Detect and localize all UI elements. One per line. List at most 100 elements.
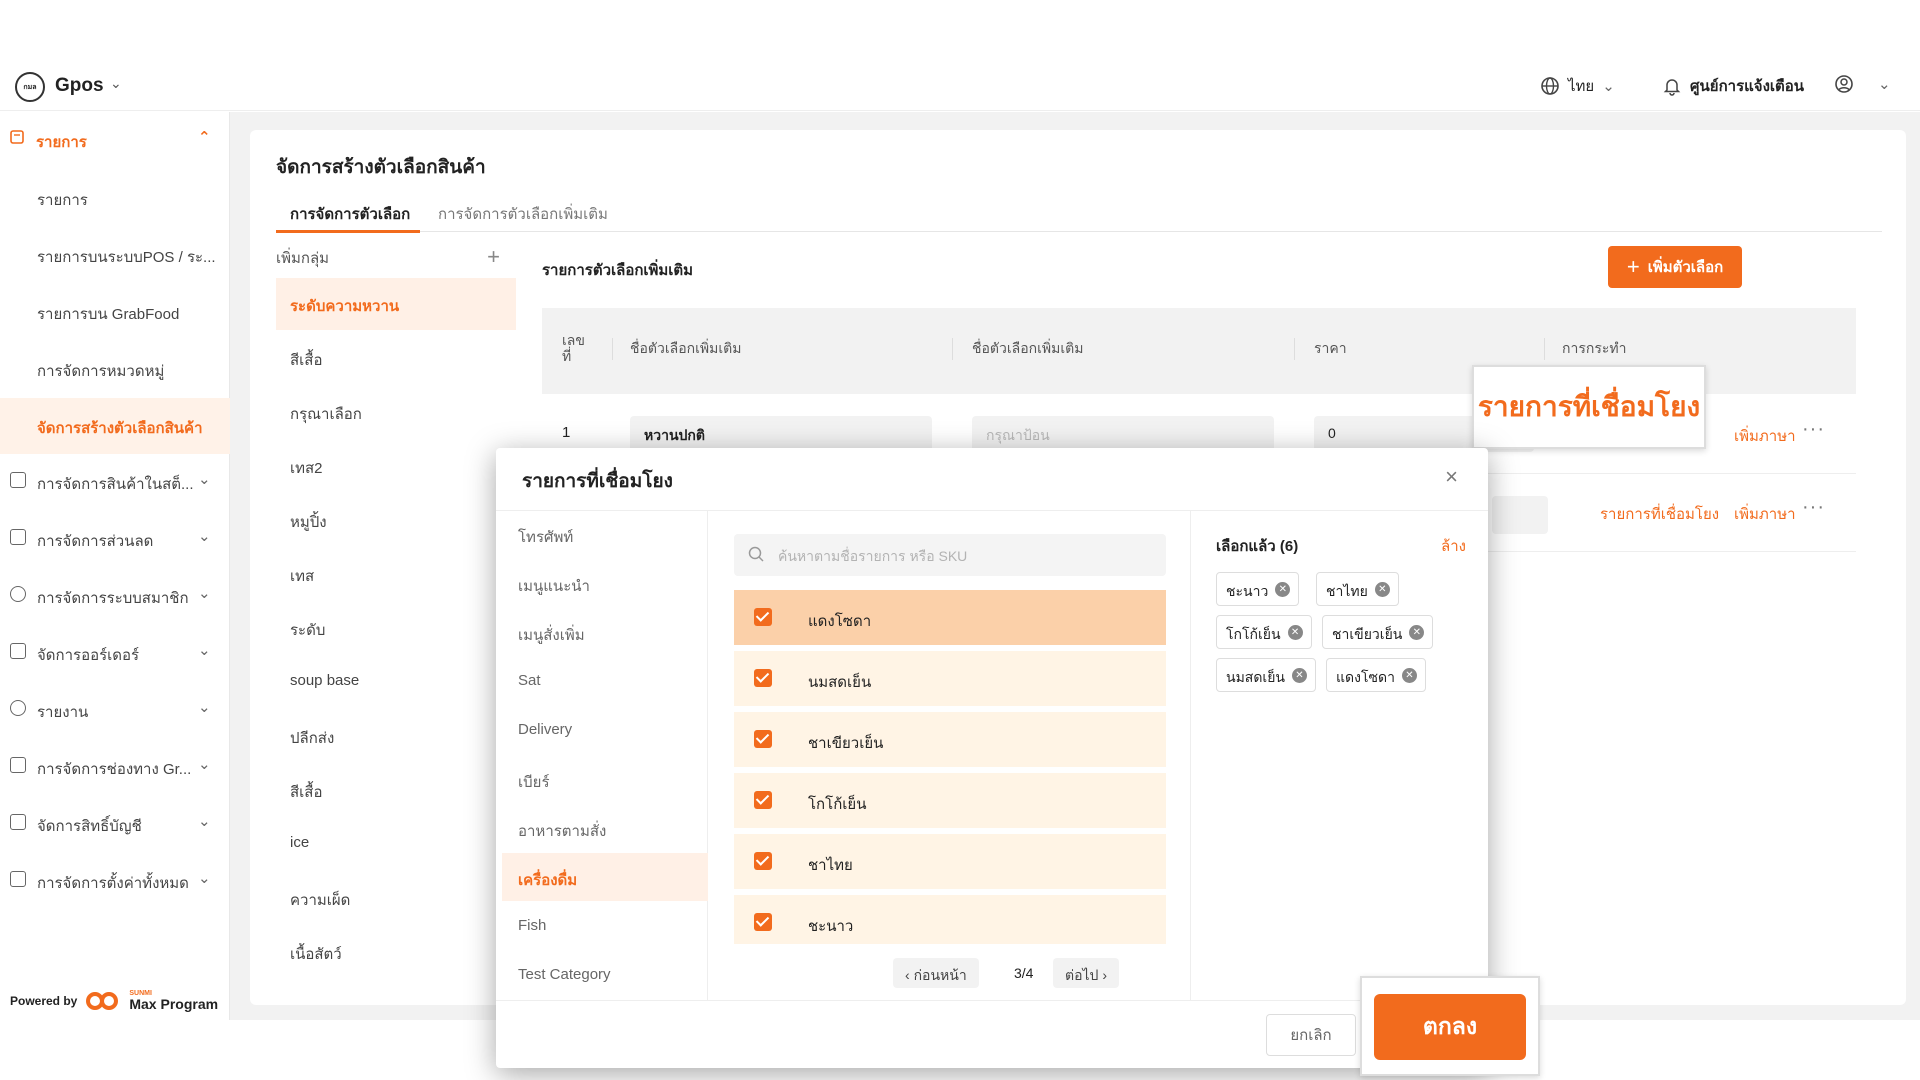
remove-icon[interactable]: ✕ bbox=[1292, 668, 1307, 683]
member-icon bbox=[10, 586, 26, 602]
item-label: แดงโซดา bbox=[808, 613, 872, 630]
more-icon[interactable]: ··· bbox=[1802, 496, 1825, 519]
sidebar-group[interactable]: รายงาน ⌄ bbox=[0, 690, 230, 730]
sidebar-group[interactable]: จัดการออร์เดอร์ ⌄ bbox=[0, 633, 230, 673]
group-item[interactable]: กรุณาเลือก bbox=[276, 386, 516, 438]
page-title: จัดการสร้างตัวเลือกสินค้า bbox=[276, 157, 486, 178]
add-language-link[interactable]: เพิ่มภาษา bbox=[1734, 424, 1796, 448]
item-picker: ค้นหาตามชื่อรายการ หรือ SKU แดงโซดา นมสด… bbox=[709, 510, 1191, 1000]
group-item[interactable]: ปลีกส่ง bbox=[276, 710, 516, 762]
sidebar-item-active[interactable]: จัดการสร้างตัวเลือกสินค้า bbox=[0, 398, 230, 454]
list-item[interactable]: โกโก้เย็น bbox=[734, 773, 1166, 831]
tab-extra-options[interactable]: การจัดการตัวเลือกเพิ่มเติม bbox=[438, 202, 608, 226]
clear-button[interactable]: ล้าง bbox=[1441, 534, 1466, 558]
add-group-header: เพิ่มกลุ่ม + bbox=[276, 244, 516, 282]
group-item[interactable]: soup base bbox=[276, 656, 516, 708]
ok-button[interactable]: ตกลง bbox=[1374, 994, 1526, 1060]
add-option-button[interactable]: + เพิ่มตัวเลือก bbox=[1608, 246, 1742, 288]
list-item[interactable]: แดงโซดา bbox=[734, 590, 1166, 648]
column-header-name: ชื่อตัวเลือกเพิ่มเติม bbox=[630, 340, 742, 356]
notification-label: ศูนย์การแจ้งเตือน bbox=[1690, 78, 1805, 95]
list-item[interactable]: ชาไทย bbox=[734, 834, 1166, 892]
group-item[interactable]: เทส bbox=[276, 548, 516, 600]
chevron-left-icon: ‹ bbox=[905, 967, 910, 983]
list-item[interactable]: ชะนาว bbox=[734, 895, 1166, 944]
group-item[interactable]: เทส2 bbox=[276, 440, 516, 492]
group-item[interactable]: เนื้อสัตว์ bbox=[276, 926, 516, 978]
sidebar-item[interactable]: การจัดการหมวดหมู่ bbox=[0, 341, 230, 397]
group-item[interactable]: ice bbox=[276, 818, 516, 870]
add-language-link[interactable]: เพิ่มภาษา bbox=[1734, 502, 1796, 526]
category-item[interactable]: Fish bbox=[502, 902, 708, 950]
remove-icon[interactable]: ✕ bbox=[1374, 582, 1390, 597]
next-page-button[interactable]: ต่อไป › bbox=[1053, 958, 1119, 988]
sidebar-group[interactable]: จัดการสิทธิ์บัญชี ⌄ bbox=[0, 804, 230, 844]
sidebar-group[interactable]: การจัดการตั้งค่าทั้งหมด ⌄ bbox=[0, 861, 230, 901]
checkbox-checked[interactable] bbox=[754, 608, 772, 626]
search-input[interactable]: ค้นหาตามชื่อรายการ หรือ SKU bbox=[734, 534, 1166, 576]
user-circle-icon bbox=[1835, 75, 1853, 93]
checkbox-checked[interactable] bbox=[754, 730, 772, 748]
list-item[interactable]: นมสดเย็น bbox=[734, 651, 1166, 709]
category-item-active[interactable]: เครื่องดื่ม bbox=[502, 853, 708, 901]
group-item[interactable]: สีเสื้อ bbox=[276, 764, 516, 816]
chevron-down-icon: ⌄ bbox=[198, 813, 211, 830]
remove-icon[interactable]: ✕ bbox=[1409, 625, 1425, 640]
remove-icon[interactable]: ✕ bbox=[1275, 582, 1291, 597]
category-item[interactable]: เบียร์ bbox=[502, 755, 708, 803]
sidebar-item[interactable]: รายการบนระบบPOS / ระ... bbox=[0, 227, 230, 283]
linked-items-dialog: รายการที่เชื่อมโยง × โทรศัพท์ เมนูแนะนำ … bbox=[496, 448, 1488, 1068]
group-item[interactable]: หมูปิ้ง bbox=[276, 494, 516, 546]
option-name-input[interactable]: หวานปกติ bbox=[630, 416, 932, 452]
remove-icon[interactable]: ✕ bbox=[1287, 625, 1303, 640]
language-selector[interactable]: ไทย ⌄ bbox=[1540, 74, 1615, 98]
brand-name[interactable]: Gpos bbox=[55, 75, 104, 97]
category-item[interactable]: เมนูแนะนำ bbox=[502, 559, 708, 607]
close-icon[interactable]: × bbox=[1445, 464, 1458, 490]
sidebar-item[interactable]: รายการ bbox=[0, 170, 230, 226]
chevron-down-icon: ⌄ bbox=[198, 756, 211, 773]
item-label: ชาเขียวเย็น bbox=[808, 735, 884, 752]
sidebar-group[interactable]: การจัดการระบบสมาชิก ⌄ bbox=[0, 576, 230, 616]
category-item[interactable]: อาหารตามสั่ง bbox=[502, 804, 708, 852]
sidebar-section-items[interactable]: รายการ ⌃ bbox=[0, 122, 230, 156]
account-menu[interactable]: ⌄ bbox=[1834, 74, 1891, 94]
chevron-down-icon[interactable]: ⌄ bbox=[110, 75, 122, 92]
checkbox-checked[interactable] bbox=[754, 669, 772, 687]
prev-page-button[interactable]: ‹ ก่อนหน้า bbox=[893, 958, 979, 988]
category-item[interactable]: Sat bbox=[502, 657, 708, 705]
sidebar-section-label: รายการ bbox=[36, 134, 87, 151]
plus-icon[interactable]: + bbox=[487, 244, 500, 270]
chip-label: แดงโซดา bbox=[1336, 669, 1395, 685]
group-item[interactable]: ความเผ็ด bbox=[276, 872, 516, 924]
sidebar-group[interactable]: การจัดการช่องทาง Gr... ⌄ bbox=[0, 747, 230, 787]
column-header-name2: ชื่อตัวเลือกเพิ่มเติม bbox=[972, 340, 1084, 356]
chevron-down-icon: ⌄ bbox=[1602, 78, 1615, 95]
category-item[interactable]: Test Category bbox=[502, 951, 708, 999]
group-item[interactable]: ระดับ bbox=[276, 602, 516, 654]
item-list: แดงโซดา นมสดเย็น ชาเขียวเย็น โกโก้เย็น ช… bbox=[734, 590, 1166, 944]
price-input[interactable] bbox=[1492, 496, 1548, 534]
group-item[interactable]: สีเสื้อ bbox=[276, 332, 516, 384]
tab-options[interactable]: การจัดการตัวเลือก bbox=[290, 202, 410, 226]
linked-items-link[interactable]: รายการที่เชื่อมโยง bbox=[1600, 502, 1719, 526]
channel-icon bbox=[10, 757, 26, 773]
group-item-active[interactable]: ระดับความหวาน bbox=[276, 278, 516, 330]
category-item[interactable]: โทรศัพท์ bbox=[502, 510, 708, 558]
chevron-down-icon: ⌄ bbox=[198, 642, 211, 659]
more-icon[interactable]: ··· bbox=[1802, 418, 1825, 441]
chevron-down-icon: ⌄ bbox=[198, 870, 211, 887]
list-item[interactable]: ชาเขียวเย็น bbox=[734, 712, 1166, 770]
checkbox-checked[interactable] bbox=[754, 852, 772, 870]
category-item[interactable]: Delivery bbox=[502, 706, 708, 754]
sidebar-group[interactable]: การจัดการส่วนลด ⌄ bbox=[0, 519, 230, 559]
sidebar-item[interactable]: รายการบน GrabFood bbox=[0, 284, 230, 340]
category-item[interactable]: เมนูสั่งเพิ่ม bbox=[502, 608, 708, 656]
sidebar-group[interactable]: การจัดการสินค้าในสต็... ⌄ bbox=[0, 462, 230, 502]
cancel-button[interactable]: ยกเลิก bbox=[1266, 1014, 1356, 1056]
remove-icon[interactable]: ✕ bbox=[1401, 668, 1417, 683]
notification-center[interactable]: ศูนย์การแจ้งเตือน bbox=[1662, 74, 1804, 98]
checkbox-checked[interactable] bbox=[754, 913, 772, 931]
checkbox-checked[interactable] bbox=[754, 791, 772, 809]
option-name2-input[interactable]: กรุณาป้อน bbox=[972, 416, 1274, 452]
